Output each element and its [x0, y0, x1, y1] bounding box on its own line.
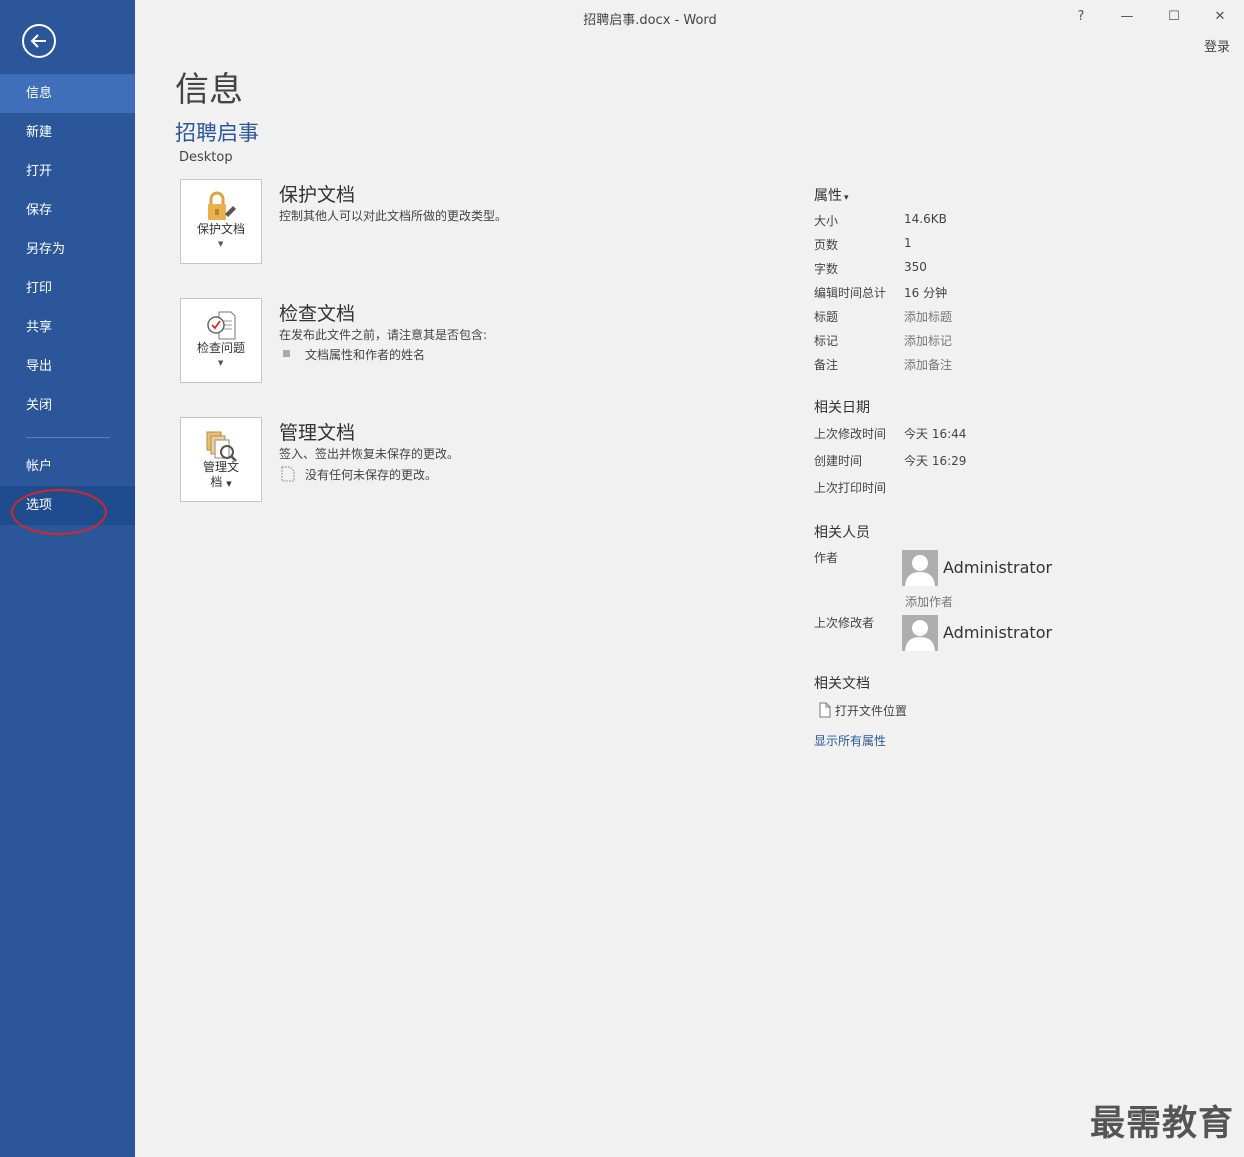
- date-label: 上次打印时间: [814, 481, 887, 495]
- properties-heading-text: 属性: [814, 188, 842, 204]
- manage-document-button[interactable]: 管理文 档 ▼: [180, 417, 262, 502]
- prop-value: 14.6KB: [904, 212, 947, 226]
- manage-bullet-text: 没有任何未保存的更改。: [305, 468, 438, 482]
- add-tags-field[interactable]: 添加标记: [904, 332, 952, 349]
- bullet-square-icon: [283, 350, 290, 357]
- related-people-heading: 相关人员: [814, 525, 870, 541]
- date-label: 创建时间: [814, 454, 863, 468]
- prop-value: 16 分钟: [904, 286, 948, 300]
- related-documents-heading: 相关文档: [814, 676, 870, 692]
- inspect-bullet-text: 文档属性和作者的姓名: [305, 348, 426, 362]
- inspect-document-title: 检查文档: [279, 303, 356, 325]
- check-for-issues-button[interactable]: 检查问题 ▼: [180, 298, 262, 383]
- document-dotted-icon: [281, 466, 295, 482]
- nav-export[interactable]: 导出: [0, 347, 135, 386]
- prop-value: 350: [904, 260, 927, 274]
- window-title: 招聘启事.docx - Word: [583, 13, 717, 28]
- date-label: 上次修改时间: [814, 427, 887, 441]
- tile-label: 管理文: [202, 460, 239, 474]
- caret-down-icon: ▼: [218, 240, 224, 248]
- lock-icon: [208, 191, 236, 220]
- protect-document-button[interactable]: 保护文档 ▼: [180, 179, 262, 264]
- show-all-properties-link[interactable]: 显示所有属性: [814, 732, 886, 749]
- protect-document-title: 保护文档: [279, 184, 356, 206]
- prop-label: 标记: [814, 334, 839, 348]
- inspect-document-icon: [207, 311, 236, 340]
- chevron-down-icon: ▾: [844, 193, 849, 203]
- date-value: 今天 16:29: [904, 454, 967, 468]
- last-modified-by-name[interactable]: Administrator: [943, 623, 1052, 642]
- caret-down-icon: ▼: [218, 359, 224, 367]
- page-title: 信息: [175, 70, 243, 110]
- nav-account[interactable]: 帐户: [0, 447, 135, 486]
- last-modified-avatar[interactable]: [902, 615, 938, 651]
- prop-label: 标题: [814, 310, 839, 324]
- nav-share[interactable]: 共享: [0, 308, 135, 347]
- add-comments-field[interactable]: 添加备注: [904, 356, 952, 373]
- related-dates-heading: 相关日期: [814, 400, 870, 416]
- add-author-field[interactable]: 添加作者: [905, 593, 953, 610]
- sign-in-link[interactable]: 登录: [1204, 36, 1230, 55]
- help-button[interactable]: ?: [1067, 6, 1095, 28]
- tile-label-line2: 档 ▼: [181, 475, 261, 492]
- tile-label-part: 档: [210, 475, 223, 489]
- back-button[interactable]: [22, 24, 56, 58]
- nav-save-as[interactable]: 另存为: [0, 230, 135, 269]
- nav-open[interactable]: 打开: [0, 152, 135, 191]
- author-name[interactable]: Administrator: [943, 558, 1052, 577]
- nav-info[interactable]: 信息: [0, 74, 135, 113]
- prop-label: 编辑时间总计: [814, 286, 887, 300]
- last-modified-by-label: 上次修改者: [814, 616, 875, 630]
- backstage-sidebar: 信息 新建 打开 保存 另存为 打印 共享 导出 关闭 帐户 选项: [0, 0, 135, 1157]
- properties-heading[interactable]: 属性 ▾: [814, 185, 849, 205]
- close-window-button[interactable]: ✕: [1206, 6, 1234, 28]
- arrow-left-icon: [30, 34, 46, 48]
- nav-divider: [26, 437, 110, 438]
- manage-document-title: 管理文档: [279, 422, 356, 444]
- prop-label: 备注: [814, 358, 839, 372]
- nav-save[interactable]: 保存: [0, 191, 135, 230]
- prop-label: 大小: [814, 214, 839, 228]
- maximize-button[interactable]: ☐: [1160, 6, 1188, 28]
- prop-label: 字数: [814, 262, 839, 276]
- nav-print[interactable]: 打印: [0, 269, 135, 308]
- author-label: 作者: [814, 551, 839, 565]
- nav-new[interactable]: 新建: [0, 113, 135, 152]
- open-file-location-link[interactable]: 打开文件位置: [835, 702, 907, 719]
- author-avatar[interactable]: [902, 550, 938, 586]
- manage-document-description: 签入、签出并恢复未保存的更改。: [279, 447, 460, 461]
- document-location: Desktop: [179, 150, 233, 165]
- nav-close[interactable]: 关闭: [0, 386, 135, 425]
- prop-label: 页数: [814, 238, 839, 252]
- person-icon: [905, 555, 935, 586]
- document-name: 招聘启事: [175, 121, 259, 145]
- inspect-document-description: 在发布此文件之前，请注意其是否包含:: [279, 328, 488, 342]
- protect-document-description: 控制其他人可以对此文档所做的更改类型。: [279, 209, 508, 223]
- date-value: 今天 16:44: [904, 427, 967, 441]
- add-title-field[interactable]: 添加标题: [904, 308, 952, 325]
- tile-label: 保护文档: [196, 222, 245, 236]
- manage-versions-icon: [206, 431, 237, 462]
- minimize-button[interactable]: —: [1113, 6, 1141, 28]
- tile-label: 检查问题: [196, 341, 245, 355]
- caret-down-icon: ▼: [226, 480, 232, 488]
- highlight-annotation-circle: [11, 489, 107, 535]
- person-icon: [905, 620, 935, 651]
- prop-value: 1: [904, 236, 912, 250]
- watermark-logo: 最需教育: [1090, 1104, 1235, 1144]
- document-icon: [819, 702, 831, 718]
